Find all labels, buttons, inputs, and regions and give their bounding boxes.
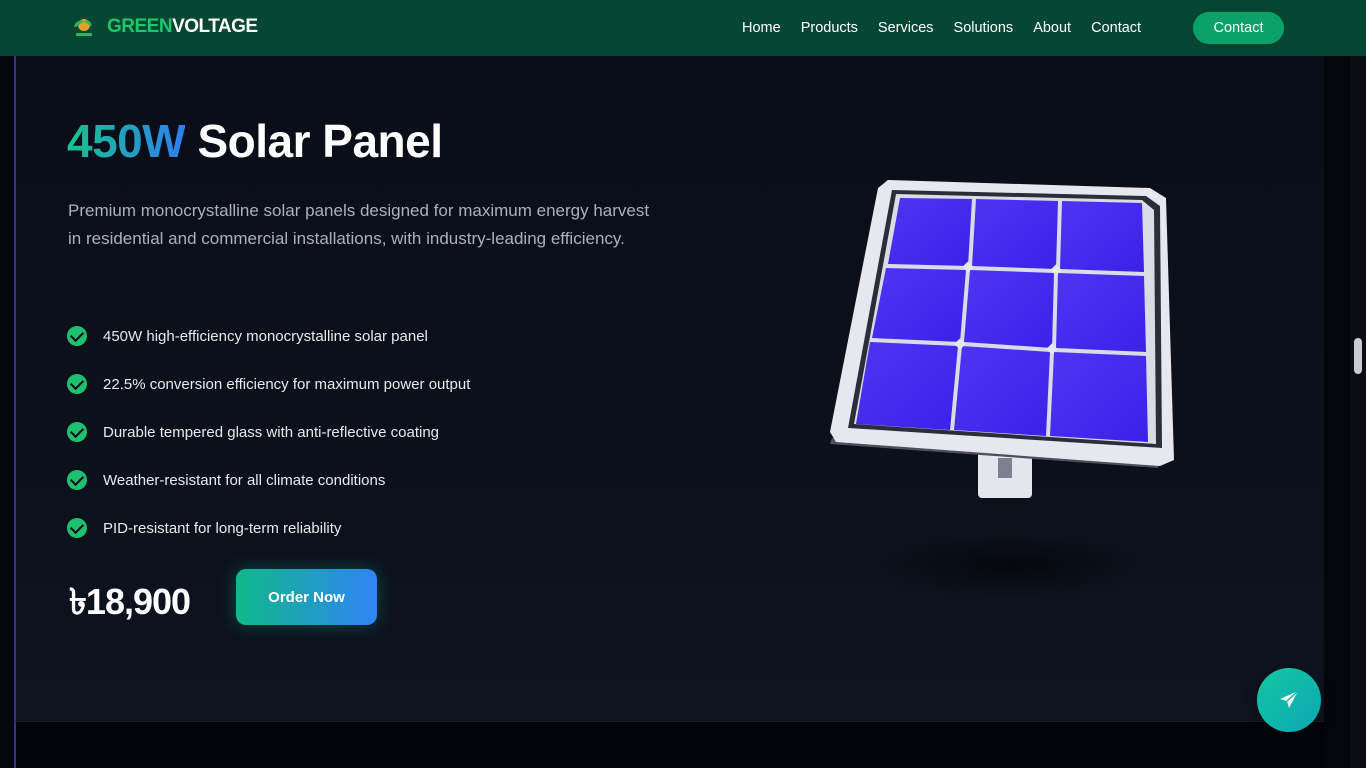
title-accent: 450W [67, 115, 186, 167]
product-price: ৳18,900 [69, 581, 191, 622]
feature-text: PID-resistant for long-term reliability [103, 519, 342, 537]
title-rest: Solar Panel [197, 115, 443, 167]
feature-item: PID-resistant for long-term reliability [67, 504, 470, 552]
paper-plane-icon [1280, 690, 1299, 708]
check-circle-icon [67, 422, 87, 442]
nav-link-products[interactable]: Products [801, 20, 858, 36]
feature-text: 450W high-efficiency monocrystalline sol… [103, 327, 428, 345]
nav-link-services[interactable]: Services [878, 20, 934, 36]
feature-item: Durable tempered glass with anti-reflect… [67, 408, 470, 456]
order-now-button[interactable]: Order Now [236, 569, 377, 625]
nav-link-contact[interactable]: Contact [1091, 20, 1141, 36]
feature-item: Weather-resistant for all climate condit… [67, 456, 470, 504]
feature-item: 22.5% conversion efficiency for maximum … [67, 360, 470, 408]
product-description: Premium monocrystalline solar panels des… [68, 201, 650, 248]
brand[interactable]: GREENVOLTAGE [70, 14, 258, 40]
brand-logo-icon [70, 14, 96, 40]
brand-name-part1: GREEN [107, 16, 173, 37]
check-circle-icon [67, 374, 87, 394]
feature-text: Durable tempered glass with anti-reflect… [103, 423, 439, 441]
feature-item: 450W high-efficiency monocrystalline sol… [67, 312, 470, 360]
brand-name-part2: VOLTAGE [172, 16, 258, 37]
brand-name: GREENVOLTAGE [107, 16, 258, 38]
solar-panel-illustration [820, 170, 1190, 615]
feature-text: Weather-resistant for all climate condit… [103, 471, 386, 489]
solar-cells [856, 198, 1148, 442]
send-message-button[interactable] [1257, 668, 1321, 732]
nav-links: Home Products Services Solutions About C… [742, 0, 1161, 56]
nav-link-solutions[interactable]: Solutions [954, 20, 1014, 36]
scrollbar-thumb[interactable] [1354, 338, 1362, 374]
check-circle-icon [67, 518, 87, 538]
top-navbar: GREENVOLTAGE Home Products Services Solu… [0, 0, 1366, 56]
nav-link-home[interactable]: Home [742, 20, 781, 36]
product-title: 450W Solar Panel [67, 114, 443, 168]
next-section [14, 722, 1324, 768]
scrollbar-track[interactable] [1350, 56, 1366, 768]
nav-link-about[interactable]: About [1033, 20, 1071, 36]
feature-text: 22.5% conversion efficiency for maximum … [103, 375, 471, 393]
feature-list: 450W high-efficiency monocrystalline sol… [67, 312, 470, 552]
check-circle-icon [67, 326, 87, 346]
check-circle-icon [67, 470, 87, 490]
contact-button[interactable]: Contact [1193, 12, 1284, 44]
